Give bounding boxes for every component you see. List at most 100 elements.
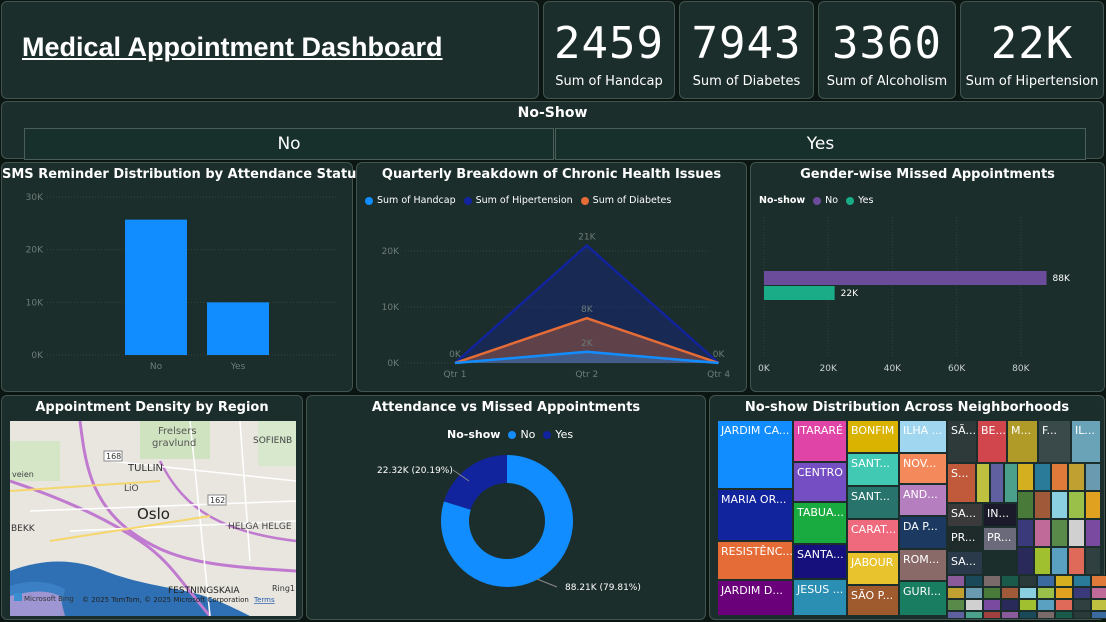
treemap-cell[interactable] [976,463,990,503]
treemap-cell[interactable] [1073,599,1091,611]
treemap-cell[interactable] [1085,519,1101,547]
treemap-cell[interactable]: PR... [947,527,983,551]
treemap-cell[interactable]: ROM... [899,549,947,581]
treemap-cell[interactable] [1001,599,1019,611]
treemap-cell[interactable]: DA P... [899,516,947,549]
treemap-cell[interactable]: IL... [1071,420,1101,463]
slicer-option-no[interactable]: No [24,128,554,160]
treemap-cell[interactable] [1068,463,1085,491]
treemap-cell[interactable] [1073,575,1091,587]
treemap-cell[interactable] [1001,611,1019,619]
treemap-cell[interactable] [1073,587,1091,599]
treemap-cell[interactable]: AND... [899,484,947,516]
treemap-cell[interactable]: NOV... [899,453,947,484]
treemap-cell[interactable]: JARDIM CA... [717,420,793,489]
map-label: gravlund [152,438,196,449]
treemap-cell[interactable]: SA... [947,551,983,575]
treemap-cell[interactable] [965,587,983,599]
treemap-cell[interactable]: JABOUR [847,552,899,585]
treemap-cell[interactable] [983,575,1001,587]
treemap-cell[interactable]: SANT... [847,486,899,519]
treemap-cell[interactable]: SÃ... [947,420,977,463]
treemap-cell[interactable]: CENTRO [793,462,847,502]
treemap-cell[interactable] [965,611,983,619]
treemap-cell[interactable]: SANTA... [793,544,847,579]
treemap-cell[interactable] [1019,599,1037,611]
treemap-cell[interactable] [983,587,1001,599]
treemap-cell[interactable] [1019,575,1037,587]
chart-title: Attendance vs Missed Appointments [371,400,641,415]
treemap-cell[interactable] [947,575,965,587]
treemap-cell[interactable]: ITARARÉ [793,420,847,462]
treemap-cell[interactable] [1051,463,1068,491]
x-tick-label: 0K [758,364,771,374]
treemap-cell[interactable]: SA... [947,503,983,527]
treemap-cell[interactable]: S... [947,463,976,503]
treemap-cell[interactable] [1073,611,1091,619]
treemap-cell[interactable] [990,463,1004,503]
chart-title: No-show Distribution Across Neighborhood… [744,400,1070,415]
treemap-cell[interactable] [1034,463,1051,491]
treemap-cell[interactable]: SÃO P... [847,585,899,616]
treemap-cell[interactable] [947,611,965,619]
treemap-cell[interactable]: MARIA OR... [717,489,793,541]
treemap-cell[interactable] [1068,491,1085,519]
treemap-cell[interactable] [1017,463,1034,491]
treemap-cell[interactable]: JARDIM D... [717,580,793,616]
treemap-cell[interactable] [1091,575,1106,587]
slicer-option-yes[interactable]: Yes [555,128,1086,160]
treemap-cell[interactable] [1091,587,1106,599]
treemap-cell[interactable] [1017,519,1034,547]
treemap-cell[interactable] [1037,611,1055,619]
treemap-cell[interactable]: TABUA... [793,502,847,544]
treemap-cell[interactable] [947,599,965,611]
treemap-cell[interactable] [1034,519,1051,547]
treemap-cell[interactable] [1085,463,1101,491]
treemap-cell[interactable] [1085,547,1101,575]
treemap-cell[interactable] [1004,463,1018,503]
treemap-cell[interactable] [1055,575,1073,587]
treemap-cell[interactable] [1001,575,1019,587]
treemap-cell[interactable]: JESUS ... [793,579,847,616]
treemap-cell[interactable]: GURI... [899,581,947,616]
treemap-cell[interactable] [1001,587,1019,599]
treemap-cell[interactable]: PR... [983,527,1017,551]
treemap-cell[interactable] [1017,547,1034,575]
treemap-cell[interactable] [1068,519,1085,547]
treemap-cell[interactable] [1055,599,1073,611]
treemap-cell[interactable] [1019,611,1037,619]
treemap-cell[interactable] [947,587,965,599]
treemap-cell[interactable]: CARAT... [847,519,899,552]
treemap-cell[interactable] [1037,599,1055,611]
treemap-cell[interactable] [1017,491,1034,519]
treemap-cell[interactable] [1055,587,1073,599]
treemap-cell[interactable] [1051,547,1068,575]
treemap-cell[interactable] [1085,491,1101,519]
treemap-cell[interactable] [1051,519,1068,547]
treemap-cell[interactable] [1091,599,1106,611]
treemap-cell[interactable]: RESISTÊNC... [717,541,793,580]
treemap-cell[interactable] [983,599,1001,611]
treemap-cell[interactable] [1034,547,1051,575]
treemap-cell[interactable] [1037,575,1055,587]
treemap-cell[interactable] [965,575,983,587]
treemap-cell[interactable] [1037,587,1055,599]
treemap-cell[interactable]: IN... [983,503,1017,527]
treemap-cell[interactable] [1034,491,1051,519]
treemap-cell[interactable] [1019,587,1037,599]
map-terms-link[interactable]: Terms [253,596,275,604]
treemap-cell[interactable] [965,599,983,611]
treemap-cell[interactable]: M... [1007,420,1038,463]
treemap-cell[interactable] [1055,611,1073,619]
treemap-cell[interactable]: BONFIM [847,420,899,453]
treemap-cell[interactable] [983,611,1001,619]
treemap-cell[interactable] [1051,491,1068,519]
treemap-cell[interactable]: F... [1038,420,1071,463]
region-map[interactable]: Frelsers gravlund TULLIN SOFIENB Oslo HE… [10,421,296,616]
treemap-cell[interactable]: BE... [977,420,1007,463]
treemap-cell[interactable]: ILHA ... [899,420,947,453]
treemap-cell[interactable] [1068,547,1085,575]
treemap-cell[interactable]: SANT... [847,453,899,486]
treemap-cell[interactable] [1091,611,1106,619]
map-label: BEKK [11,524,36,534]
